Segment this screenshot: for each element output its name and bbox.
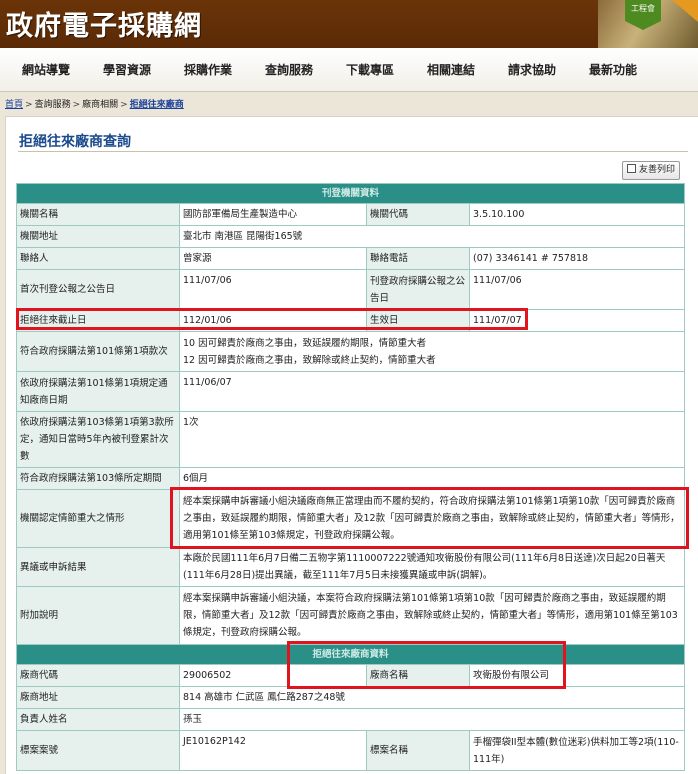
printer-icon bbox=[627, 164, 636, 173]
clause-value: 10 因可歸責於廠商之事由，致延誤履約期限，情節重大者 12 因可歸責於廠商之事… bbox=[178, 331, 686, 372]
breadcrumb-sep: > bbox=[120, 100, 128, 110]
title-divider bbox=[18, 151, 688, 152]
vendor-code-label: 廠商代碼 bbox=[16, 664, 180, 687]
page-title: 拒絕往來廠商查詢 bbox=[19, 134, 131, 150]
breadcrumb-sep: > bbox=[72, 100, 81, 110]
breadcrumb-vendor[interactable]: 廠商相關 bbox=[82, 100, 118, 110]
print-button[interactable]: 友善列印 bbox=[622, 161, 680, 180]
breadcrumb-sep: > bbox=[25, 100, 33, 110]
highlight-vendor-name bbox=[287, 641, 566, 689]
nav-site-guide[interactable]: 網站導覽 bbox=[22, 61, 70, 78]
clause-line: 12 因可歸責於廠商之事由，致解除或終止契約，情節重大者 bbox=[183, 354, 436, 366]
nav-new[interactable]: 最新功能 bbox=[589, 61, 637, 78]
notify-value: 111/06/07 bbox=[178, 371, 686, 412]
breadcrumb-query[interactable]: 查詢服務 bbox=[35, 100, 71, 110]
vendor-address-label: 廠商地址 bbox=[16, 686, 180, 709]
case-name-label: 標案名稱 bbox=[366, 730, 470, 771]
site-title[interactable]: 政府電子採購網 bbox=[6, 4, 202, 43]
vendor-address-value: 814 高雄市 仁武區 鳳仁路287之48號 bbox=[178, 686, 686, 709]
breadcrumb: 首頁 > 查詢服務 > 廠商相關 > 拒絕往來廠商 bbox=[5, 97, 184, 110]
owner-label: 負責人姓名 bbox=[16, 708, 180, 731]
period-label: 符合政府採購法第103條所定期間 bbox=[16, 467, 180, 490]
agency-name-value: 國防部軍備局生產製造中心 bbox=[179, 203, 367, 226]
breadcrumb-current[interactable]: 拒絕往來廠商 bbox=[130, 100, 184, 110]
clause-line: 10 因可歸責於廠商之事由，致延誤履約期限，情節重大者 bbox=[183, 337, 427, 349]
case-name-value: 手榴彈袋II型本體(數位迷彩)供料加工等2項(110-111年) bbox=[468, 730, 686, 771]
appeal-value: 本廠於民國111年6月7日備二五物字第1110007222號通知攻衛股份有限公司… bbox=[178, 547, 686, 587]
nav-download[interactable]: 下載專區 bbox=[346, 61, 394, 78]
contact-label: 聯絡人 bbox=[16, 247, 180, 270]
phone-value: (07) 3346141 # 757818 bbox=[468, 247, 686, 270]
case-no-label: 標案案號 bbox=[16, 730, 180, 771]
main-nav: 網站導覽 學習資源 採購作業 查詢服務 下載專區 相關連結 請求協助 最新功能 bbox=[0, 48, 698, 92]
site-header: 政府電子採購網 工程會 bbox=[0, 0, 698, 48]
owner-value: 孫玉 bbox=[178, 708, 686, 731]
first-notice-label: 首次刊登公報之公告日 bbox=[16, 269, 180, 310]
notify-label: 依政府採購法第101條第1項規定通知廠商日期 bbox=[16, 371, 180, 412]
phone-label: 聯絡電話 bbox=[366, 247, 470, 270]
agency-address-value: 臺北市 南港區 昆陽街165號 bbox=[178, 225, 686, 248]
severity-label: 機關認定情節重大之情形 bbox=[16, 489, 180, 548]
breadcrumb-home[interactable]: 首頁 bbox=[5, 100, 23, 110]
nav-query[interactable]: 查詢服務 bbox=[265, 61, 313, 78]
gazette-date-value: 111/07/06 bbox=[468, 269, 686, 310]
nav-help[interactable]: 請求協助 bbox=[508, 61, 556, 78]
nav-learning[interactable]: 學習資源 bbox=[103, 61, 151, 78]
section-publisher-title: 刊登機關資料 bbox=[15, 183, 686, 204]
nav-links[interactable]: 相關連結 bbox=[427, 61, 475, 78]
note-value: 經本案採購申訴審議小組決議，本案符合政府採購法第101條第1項第10款「因可歸責… bbox=[178, 586, 686, 645]
note-label: 附加說明 bbox=[16, 586, 180, 645]
clause-label: 符合政府採購法第101條第1項款次 bbox=[16, 331, 180, 372]
count-value: 1次 bbox=[178, 411, 686, 468]
print-label: 友善列印 bbox=[639, 165, 676, 175]
appeal-label: 異議或申訴結果 bbox=[16, 547, 180, 587]
gazette-date-label: 刊登政府採購公報之公告日 bbox=[366, 269, 470, 310]
agency-name-label: 機關名稱 bbox=[16, 203, 180, 226]
highlight-severity-cell bbox=[170, 487, 689, 549]
agency-code-value: 3.5.10.100 bbox=[468, 203, 686, 226]
count-label: 依政府採購法第103條第1項第3款所定，通知日當時5年內被刊登累計次數 bbox=[16, 411, 180, 468]
agency-address-label: 機關地址 bbox=[16, 225, 180, 248]
contact-value: 曾家源 bbox=[179, 247, 367, 270]
first-notice-value: 111/07/06 bbox=[179, 269, 367, 310]
nav-procurement[interactable]: 採購作業 bbox=[184, 61, 232, 78]
case-no-value: JE10162P142 bbox=[179, 730, 367, 771]
agency-code-label: 機關代碼 bbox=[366, 203, 470, 226]
highlight-deadline-row bbox=[16, 308, 528, 330]
